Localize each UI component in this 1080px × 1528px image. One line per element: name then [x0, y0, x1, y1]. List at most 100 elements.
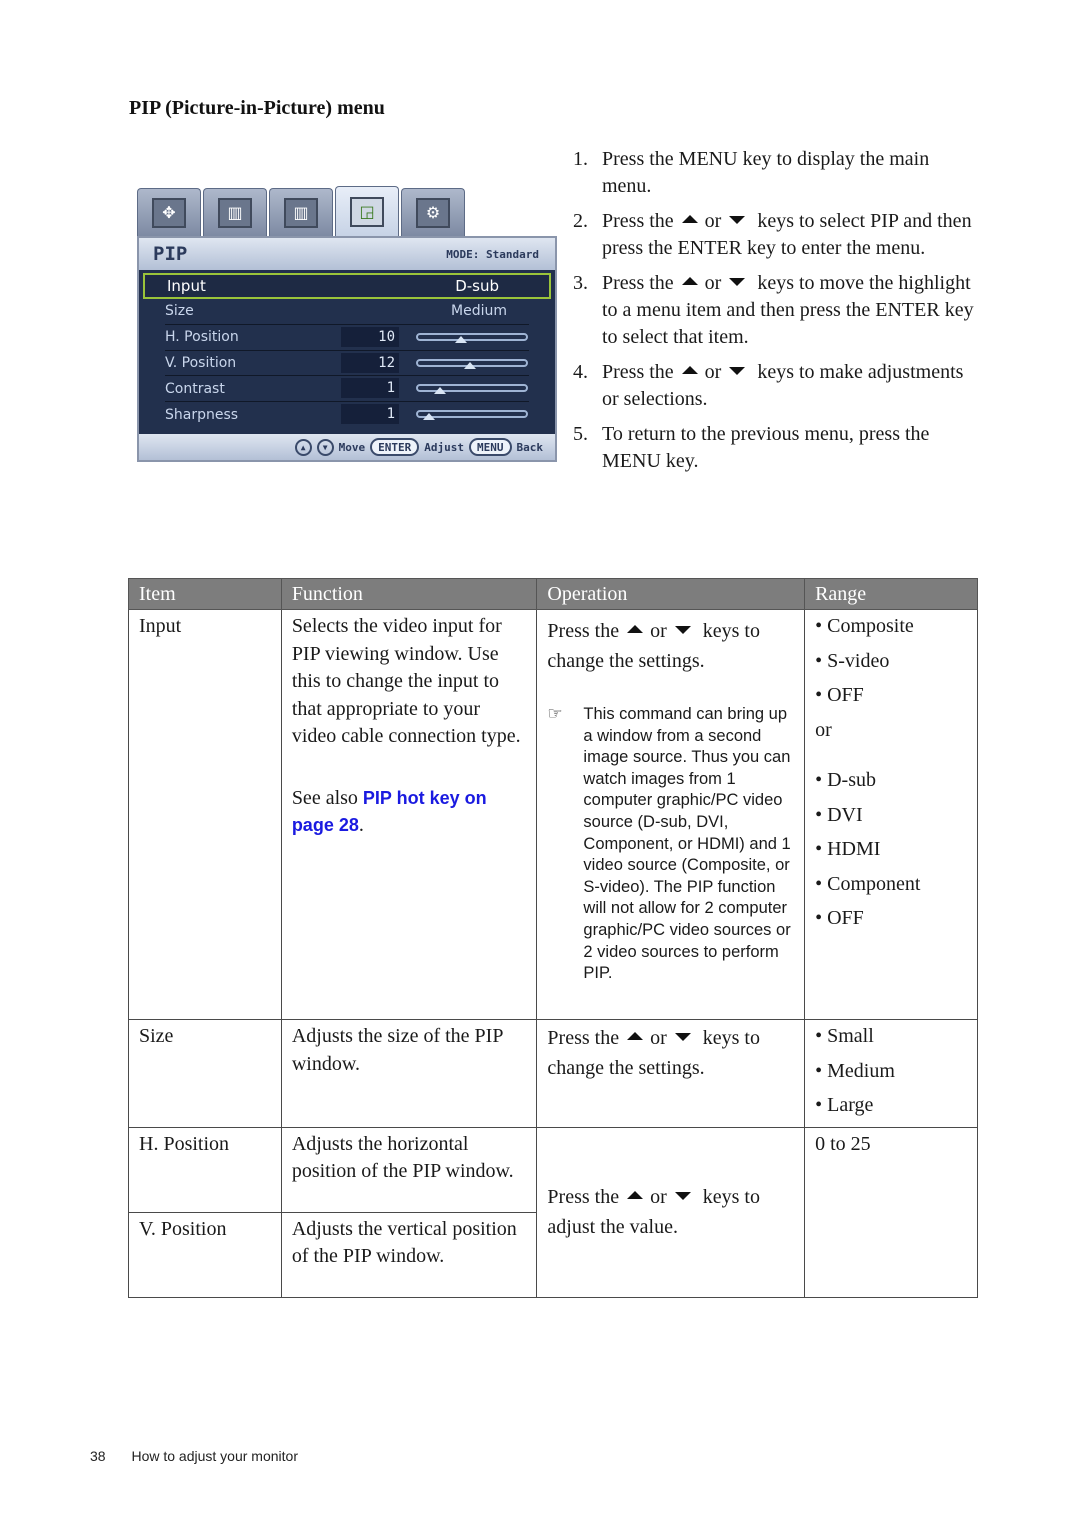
step-text-part: or	[704, 272, 722, 294]
down-arrow-icon	[729, 278, 746, 287]
osd-row-label: H. Position	[165, 329, 239, 346]
cell-operation-shared: Press the or keys to adjust the value.	[536, 1126, 806, 1298]
osd-tab-pip: ◲	[335, 186, 399, 236]
step-number: 5.	[573, 423, 588, 445]
osd-footer-adjust: Adjust	[424, 440, 464, 454]
osd-row-value: D-sub	[455, 277, 499, 295]
step-text: Press the or keys to select PIP and then …	[602, 208, 983, 262]
range-option: D-sub	[815, 763, 967, 798]
cell-item: Size	[128, 1019, 282, 1128]
step-4: 4. Press the or keys to make adjustments …	[573, 359, 983, 413]
down-arrow-icon	[674, 1033, 691, 1042]
osd-row-label: Input	[167, 277, 206, 295]
cell-item: H. Position	[128, 1126, 282, 1213]
enter-key-icon: ENTER	[370, 438, 420, 456]
operation-text: Press the or keys to change the settings.	[547, 616, 794, 676]
down-arrow-icon	[729, 216, 746, 225]
osd-slider-thumb	[422, 413, 435, 421]
osd-footer: ▲ ▼ Move ENTER Adjust MENU Back	[139, 434, 555, 460]
step-text: Press the or keys to make adjustments or …	[602, 359, 983, 413]
down-arrow-icon	[674, 1191, 691, 1200]
cell-range-shared: 0 to 25	[804, 1126, 978, 1298]
header-operation: Operation	[536, 578, 806, 610]
up-arrow-icon	[681, 277, 698, 286]
step-text: Press the or keys to move the highlight t…	[602, 270, 983, 351]
step-text-part: Press the	[602, 148, 679, 170]
up-arrow-icon	[681, 366, 698, 375]
range-option: OFF	[815, 901, 967, 936]
page-footer: 38 How to adjust your monitor	[90, 1448, 298, 1464]
osd-slider-thumb	[463, 361, 476, 369]
cell-function: Adjusts the size of the PIP window.	[280, 1019, 538, 1128]
range-option: Large	[815, 1088, 967, 1123]
osd-row-number: 1	[341, 378, 399, 399]
instruction-steps: 1. Press the MENU key to display the mai…	[573, 146, 983, 483]
range-option: DVI	[815, 798, 967, 833]
osd-panel: PIP MODE: Standard Input D-sub Size Medi…	[137, 236, 557, 462]
cell-item: V. Position	[128, 1211, 282, 1298]
step-1: 1. Press the MENU key to display the mai…	[573, 146, 983, 200]
osd-footer-back: Back	[516, 440, 544, 454]
osd-row-number: 10	[341, 326, 399, 347]
osd-slider-thumb	[455, 335, 468, 343]
picture-icon: ▥	[218, 197, 252, 228]
range-option: HDMI	[815, 832, 967, 867]
cell-operation: Press the or keys to change the settings.…	[536, 609, 806, 1020]
table-header-row: Item Function Operation Range	[128, 578, 978, 610]
osd-tab-display: ✥	[137, 188, 201, 236]
osd-slider-thumb	[433, 387, 446, 395]
section-title: PIP (Picture-in-Picture) menu	[129, 97, 385, 119]
up-arrow-icon	[627, 625, 644, 634]
osd-row-size: Size Medium	[165, 299, 529, 325]
osd-row-value: Medium	[451, 303, 507, 320]
op-text-part: Press the	[547, 1027, 620, 1049]
step-5: 5. To return to the previous menu, press…	[573, 421, 983, 475]
chapter-title: How to adjust your monitor	[131, 1448, 298, 1464]
osd-row-label: Contrast	[165, 380, 225, 397]
osd-header: PIP MODE: Standard	[139, 238, 555, 270]
osd-tab-system: ⚙	[401, 188, 465, 236]
down-arrow-icon	[674, 626, 691, 635]
note: ☞ This command can bring up a window fro…	[547, 704, 794, 985]
range-option: OFF	[815, 678, 967, 713]
osd-row-number: 12	[341, 352, 399, 373]
op-text-part: Press the	[547, 620, 620, 642]
up-arrow-icon	[627, 1032, 644, 1041]
step-text-part: MENU	[678, 148, 738, 170]
header-item: Item	[128, 578, 282, 610]
osd-row-contrast: Contrast 1	[165, 376, 529, 403]
down-arrow-icon	[729, 367, 746, 376]
step-2: 2. Press the or keys to select PIP and th…	[573, 208, 983, 262]
function-text: Selects the video input for PIP viewing …	[291, 615, 521, 747]
table-row-input: Input Selects the video input for PIP vi…	[128, 609, 978, 1020]
osd-slider	[416, 358, 528, 369]
osd-tab-bar: ✥ ▥ ▥ ◲ ⚙	[137, 186, 557, 236]
up-arrow-icon	[627, 1190, 644, 1199]
osd-row-label: V. Position	[165, 354, 237, 371]
display-adjust-icon: ✥	[152, 197, 186, 228]
pip-settings-table: Item Function Operation Range Input Sele…	[128, 578, 978, 1298]
range-list: Small Medium Large	[815, 1019, 967, 1123]
step-number: 1.	[573, 148, 588, 170]
step-text-part: or	[704, 210, 722, 232]
osd-row-sharpness: Sharpness 1	[165, 402, 529, 428]
cell-function: Adjusts the vertical position of the PIP…	[280, 1211, 538, 1298]
step-text-part: Press the	[602, 272, 674, 294]
picture-advanced-icon: ▥	[284, 197, 318, 228]
table-row-h-position: H. Position Adjusts the horizontal posit…	[128, 1126, 978, 1298]
up-key-icon: ▲	[294, 438, 312, 456]
system-icon: ⚙	[416, 197, 450, 228]
step-text: To return to the previous menu, press th…	[602, 423, 930, 472]
op-text-part: Press the	[547, 1185, 620, 1208]
range-list: Composite S-video OFF or D-sub DVI HDMI …	[815, 609, 967, 936]
pip-icon: ◲	[350, 196, 384, 227]
range-option: Small	[815, 1019, 967, 1054]
op-text-part: or	[650, 620, 667, 642]
header-function: Function	[280, 578, 538, 610]
osd-footer-move: Move	[338, 440, 366, 454]
osd-screenshot: ✥ ▥ ▥ ◲ ⚙ PIP MODE: Standard Input D-sub…	[137, 186, 557, 462]
osd-mode: MODE: Standard	[446, 247, 539, 261]
step-text: Press the MENU key to display the main m…	[602, 146, 983, 200]
step-text-part: Press the	[602, 361, 674, 383]
step-number: 2.	[573, 210, 588, 232]
